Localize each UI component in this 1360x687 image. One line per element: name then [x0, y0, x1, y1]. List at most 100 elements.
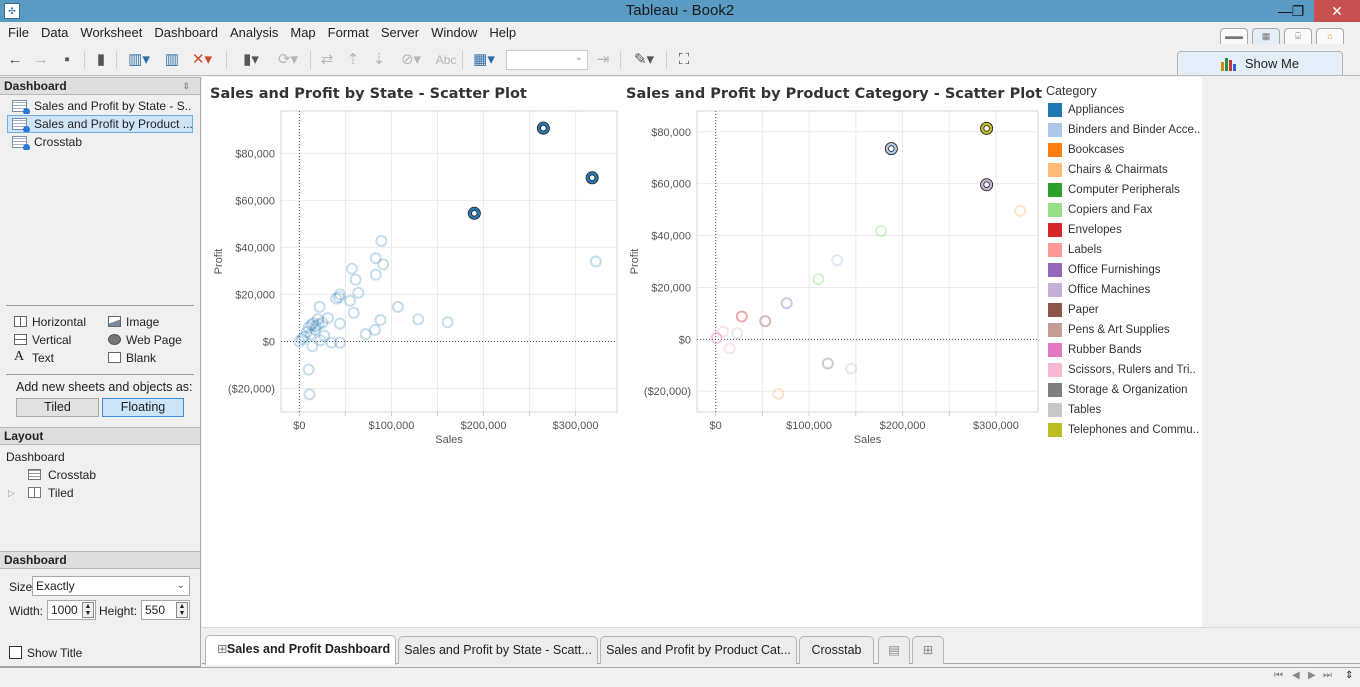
menu-server[interactable]: Server: [375, 22, 425, 44]
legend-label: Chairs & Chairmats: [1068, 164, 1168, 176]
tab-state-scatter[interactable]: Sales and Profit by State - Scatt...: [398, 636, 598, 664]
tiled-button[interactable]: Tiled: [16, 398, 99, 417]
layout-root[interactable]: Dashboard: [6, 449, 65, 465]
sheet-item-product-scatter[interactable]: Sales and Profit by Product ...: [7, 115, 193, 133]
tab-crosstab[interactable]: Crosstab: [799, 636, 874, 664]
show-me-button[interactable]: Show Me: [1177, 51, 1343, 75]
data-point: [589, 255, 602, 268]
swap-icon[interactable]: ⇄: [318, 50, 336, 70]
spinner-icon[interactable]: ▲ ▼: [176, 602, 188, 618]
y-tick-label: $60,000: [651, 179, 691, 191]
image-icon: [108, 316, 121, 327]
show-title-checkbox[interactable]: [9, 646, 22, 659]
object-vertical[interactable]: Vertical: [12, 332, 71, 348]
sheet-item-state-scatter[interactable]: Sales and Profit by State - S...: [7, 97, 193, 115]
new-worksheet-tab-icon[interactable]: ▤: [878, 636, 910, 664]
chart-type-icon[interactable]: ▦▾: [468, 50, 500, 70]
data-point: [812, 273, 825, 286]
legend-swatch: [1048, 363, 1062, 377]
height-label: Height:: [99, 604, 138, 618]
menu-file[interactable]: File: [0, 22, 35, 44]
y-tick-label: $40,000: [235, 242, 275, 254]
new-worksheet-icon[interactable]: ▥▾: [122, 50, 156, 70]
legend-swatch: [1048, 143, 1062, 157]
object-blank[interactable]: Blank: [106, 350, 156, 366]
object-horizontal[interactable]: Horizontal: [12, 314, 86, 330]
canvas-margin: [1202, 77, 1360, 627]
fit-select[interactable]: ⌄: [506, 50, 588, 70]
highlight-icon[interactable]: ✎▾: [628, 50, 660, 70]
label-icon[interactable]: Abc: [434, 50, 458, 70]
x-tick-label: $200,000: [880, 420, 926, 432]
data-point: [710, 332, 723, 345]
save-icon[interactable]: ▪: [58, 50, 76, 70]
text-icon: A: [14, 349, 25, 364]
last-sheet-icon[interactable]: ⏭: [1323, 670, 1332, 681]
object-text[interactable]: A Text: [12, 350, 54, 366]
sheet-label: Crosstab: [34, 135, 83, 149]
width-input[interactable]: 1000 ▲ ▼: [47, 600, 96, 620]
tiled-container-icon: [28, 487, 41, 498]
home-tab[interactable]: ⌂: [1316, 28, 1344, 44]
expand-icon[interactable]: ▷: [8, 485, 15, 501]
menu-worksheet[interactable]: Worksheet: [74, 22, 148, 44]
show-me-icon: [1220, 58, 1237, 72]
datasource-icon[interactable]: ▮: [92, 50, 110, 70]
object-web-page[interactable]: Web Page: [106, 332, 182, 348]
data-point: [303, 388, 316, 401]
menu-help[interactable]: Help: [483, 22, 522, 44]
x-axis-label: Sales: [854, 434, 882, 446]
separator: [226, 51, 227, 69]
floating-button[interactable]: Floating: [102, 398, 184, 417]
next-sheet-icon[interactable]: ▶: [1308, 670, 1316, 681]
tab-dashboard[interactable]: ⊞ Sales and Profit Dashboard: [205, 635, 396, 665]
restore-button[interactable]: ❐: [1282, 0, 1314, 22]
object-label: Blank: [126, 351, 157, 365]
duplicate-sheet-icon[interactable]: ▥: [160, 50, 184, 70]
menu-data[interactable]: Data: [35, 22, 74, 44]
height-value: 550: [145, 603, 166, 617]
sort-ascending-icon[interactable]: ⇡: [344, 50, 362, 70]
tab-product-scatter[interactable]: Sales and Profit by Product Cat...: [600, 636, 797, 664]
size-select[interactable]: Exactly ⌄: [32, 576, 190, 596]
prev-sheet-icon[interactable]: ◀: [1292, 670, 1300, 681]
fix-axes-icon[interactable]: ⇥: [594, 50, 612, 70]
forward-icon[interactable]: →: [32, 50, 50, 70]
object-image[interactable]: Image: [106, 314, 159, 330]
close-button[interactable]: ✕: [1314, 0, 1360, 22]
data-view-tab[interactable]: ⌸: [1284, 28, 1312, 44]
menu-dashboard[interactable]: Dashboard: [148, 22, 224, 44]
first-sheet-icon[interactable]: ⏮: [1274, 670, 1283, 681]
data-point: [344, 294, 357, 307]
presentation-view-tab[interactable]: ▬▬: [1220, 28, 1248, 44]
sort-descending-icon[interactable]: ⇣: [370, 50, 388, 70]
sort-handle-icon[interactable]: ⇕: [182, 78, 190, 94]
height-input[interactable]: 550 ▲ ▼: [141, 600, 190, 620]
spinner-icon[interactable]: ▲ ▼: [82, 602, 94, 618]
dashboard-view-tab[interactable]: ▦: [1252, 28, 1280, 44]
product-scatter-plot[interactable]: $0 $100,000 $200,000 $300,000 ($20,000) $0 $20…: [618, 105, 1043, 450]
state-scatter-plot[interactable]: $0 $100,000 $200,000 $300,000 ($20,000) $0 $20…: [202, 105, 622, 450]
menu-format[interactable]: Format: [322, 22, 375, 44]
separator: [462, 51, 463, 69]
clear-sheet-icon[interactable]: ✕▾: [186, 50, 218, 70]
back-icon[interactable]: ←: [6, 50, 24, 70]
resize-toggle-icon[interactable]: ⇕: [1345, 670, 1353, 681]
dashboard-size-header: Dashboard: [0, 551, 200, 569]
refresh-icon[interactable]: ⟳▾: [272, 50, 304, 70]
menu-map[interactable]: Map: [284, 22, 321, 44]
y-tick-label: $20,000: [651, 282, 691, 294]
chart-title-product: Sales and Profit by Product Category - S…: [626, 86, 1043, 102]
x-tick-label: $300,000: [973, 420, 1019, 432]
layout-item-tiled[interactable]: ▷ Tiled: [8, 485, 74, 501]
presentation-icon[interactable]: ⛶: [674, 50, 694, 70]
layout-item-crosstab[interactable]: Crosstab: [28, 467, 96, 483]
pause-updates-icon[interactable]: ▮▾: [234, 50, 268, 70]
data-point: [375, 235, 388, 248]
new-dashboard-tab-icon[interactable]: ⊞: [912, 636, 944, 664]
x-tick-label: $200,000: [461, 420, 507, 432]
sheet-item-crosstab[interactable]: Crosstab: [7, 133, 193, 151]
attach-icon[interactable]: ⊘▾: [396, 50, 426, 70]
menu-analysis[interactable]: Analysis: [224, 22, 284, 44]
menu-window[interactable]: Window: [425, 22, 483, 44]
